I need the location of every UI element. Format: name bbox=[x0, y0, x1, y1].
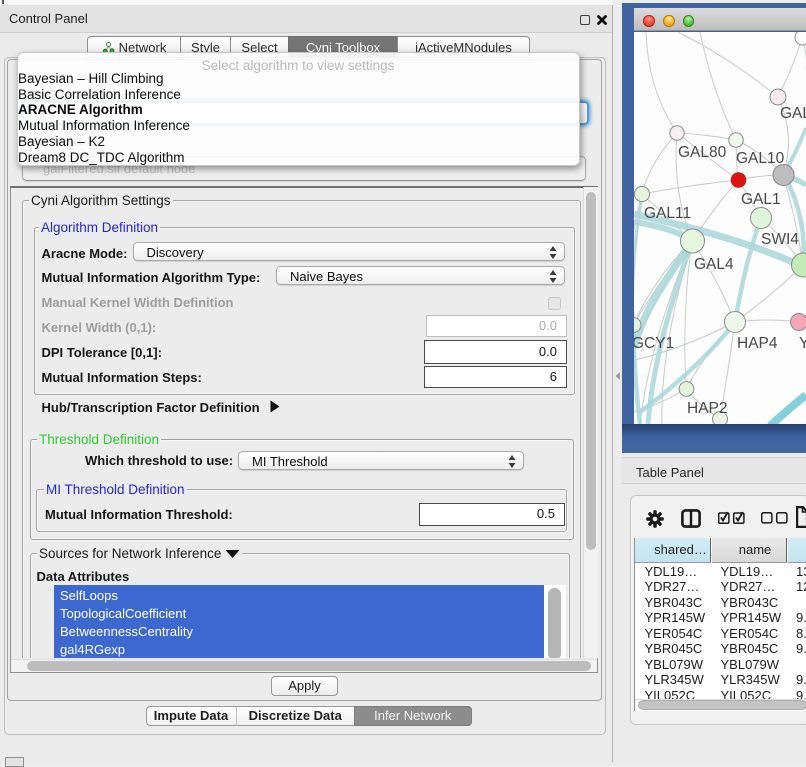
svg-text:HAP4: HAP4 bbox=[737, 335, 778, 352]
svg-text:HAP2: HAP2 bbox=[687, 400, 728, 417]
svg-text:GAL4: GAL4 bbox=[694, 256, 734, 273]
svg-text:SWI4: SWI4 bbox=[761, 231, 799, 248]
svg-text:GAL10: GAL10 bbox=[736, 150, 785, 167]
svg-text:GAL80: GAL80 bbox=[678, 144, 727, 161]
svg-text:GAL7: GAL7 bbox=[780, 105, 806, 122]
svg-text:YJ: YJ bbox=[799, 335, 806, 352]
svg-text:GAL11: GAL11 bbox=[644, 205, 691, 222]
svg-text:GAL1: GAL1 bbox=[741, 191, 781, 208]
svg-text:GCY1: GCY1 bbox=[634, 335, 674, 352]
